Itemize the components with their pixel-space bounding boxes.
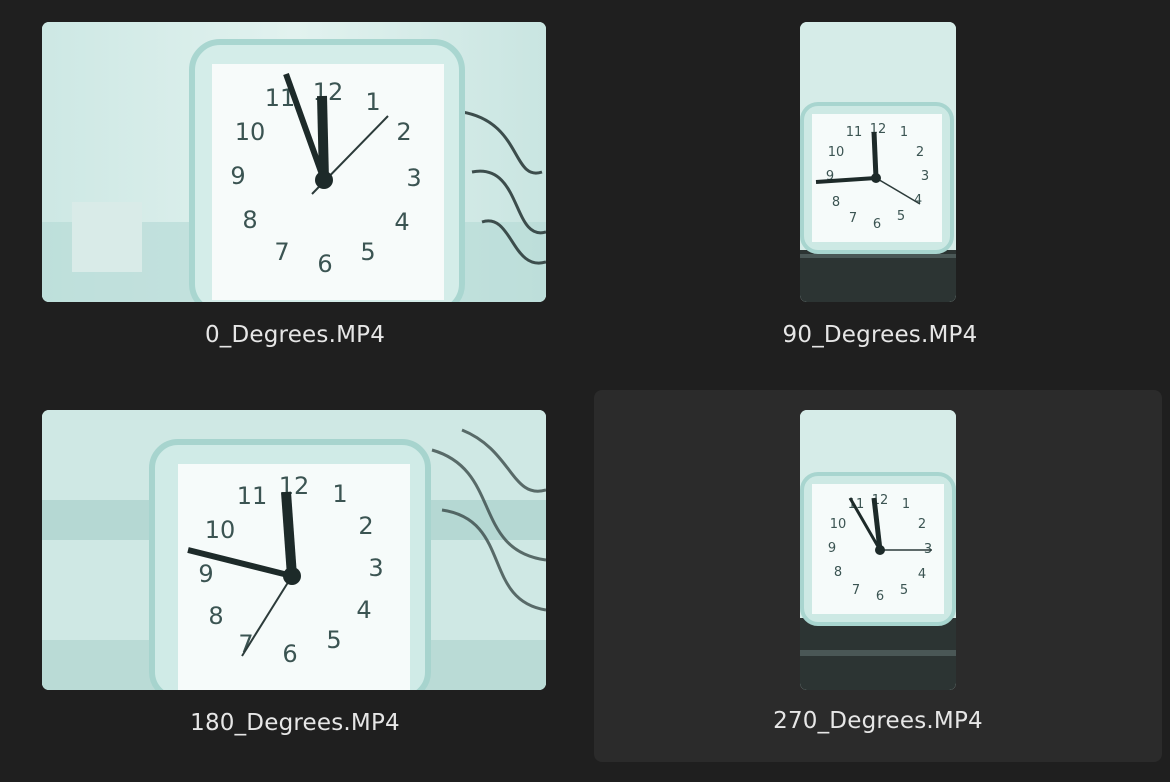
svg-text:5: 5 — [326, 626, 341, 654]
svg-text:4: 4 — [394, 208, 409, 236]
video-thumbnail[interactable]: 1212 345 678 91011 — [42, 410, 546, 690]
clock-scene: 1212 345 678 91011 — [42, 410, 546, 690]
svg-text:9: 9 — [198, 560, 213, 588]
svg-text:4: 4 — [356, 596, 371, 624]
svg-text:6: 6 — [317, 250, 332, 278]
file-name: 180_Degrees.MP4 — [190, 710, 400, 736]
video-thumbnail[interactable]: 1212 345 678 91011 — [42, 22, 546, 302]
svg-text:8: 8 — [834, 565, 842, 580]
clock-scene: 1212 345 678 91011 — [800, 22, 956, 302]
svg-text:8: 8 — [208, 602, 223, 630]
svg-text:10: 10 — [205, 516, 236, 544]
svg-text:1: 1 — [900, 125, 908, 140]
svg-text:2: 2 — [396, 118, 411, 146]
svg-text:1: 1 — [902, 497, 910, 512]
svg-text:9: 9 — [828, 541, 836, 556]
file-name: 90_Degrees.MP4 — [782, 322, 978, 348]
svg-text:7: 7 — [238, 630, 253, 658]
svg-text:8: 8 — [242, 206, 257, 234]
file-name: 0_Degrees.MP4 — [204, 322, 386, 348]
svg-text:5: 5 — [360, 238, 375, 266]
svg-text:11: 11 — [846, 125, 863, 140]
file-tile-270-degrees[interactable]: 1212 345 678 91011 270_Degrees.MP4 — [594, 390, 1162, 762]
svg-text:5: 5 — [900, 583, 908, 598]
svg-text:9: 9 — [230, 162, 245, 190]
clock-scene: 1212 345 678 91011 — [42, 22, 546, 302]
svg-text:1: 1 — [365, 88, 380, 116]
clock-scene: 1212 345 678 91011 — [800, 410, 956, 690]
svg-text:6: 6 — [873, 217, 881, 232]
svg-text:7: 7 — [849, 211, 857, 226]
svg-text:8: 8 — [832, 195, 840, 210]
file-tile-90-degrees[interactable]: 12 1 2 345 678 9 10 11 90_Degrees.MP4 — [590, 0, 1170, 380]
svg-text:5: 5 — [897, 209, 905, 224]
svg-text:1: 1 — [332, 480, 347, 508]
svg-text:4: 4 — [918, 567, 926, 582]
file-name: 270_Degrees.MP4 — [773, 708, 983, 734]
svg-text:2: 2 — [918, 517, 926, 532]
svg-text:3: 3 — [406, 164, 421, 192]
svg-text:6: 6 — [282, 640, 297, 668]
svg-text:3: 3 — [921, 169, 929, 184]
svg-text:2: 2 — [358, 512, 373, 540]
video-thumbnail[interactable]: 1212 345 678 91011 — [800, 410, 956, 690]
svg-text:7: 7 — [274, 238, 289, 266]
file-tile-0-degrees[interactable]: 12 1 2 345 678 9 10 11 0_Degrees.MP4 — [0, 0, 590, 380]
svg-text:10: 10 — [828, 145, 845, 160]
svg-text:6: 6 — [876, 589, 884, 604]
svg-text:7: 7 — [852, 583, 860, 598]
svg-text:10: 10 — [830, 517, 847, 532]
svg-text:2: 2 — [916, 145, 924, 160]
video-thumbnail[interactable]: 1212 345 678 91011 — [800, 22, 956, 302]
svg-text:3: 3 — [368, 554, 383, 582]
file-tile-180-degrees[interactable]: 12 1 2 345 678 9 10 11 180_Degrees.MP4 — [0, 388, 590, 768]
svg-text:10: 10 — [235, 118, 266, 146]
svg-text:11: 11 — [237, 482, 268, 510]
